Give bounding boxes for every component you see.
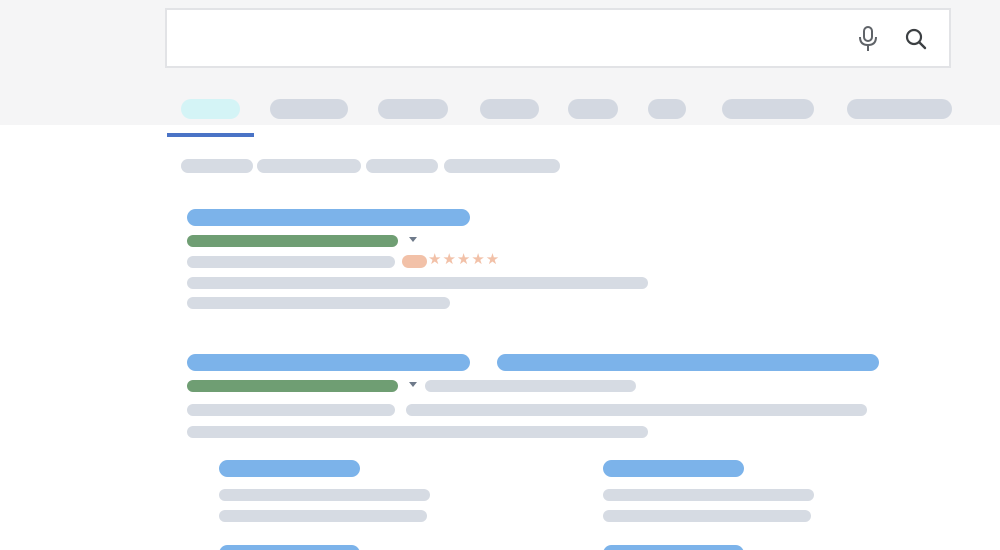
sitelink-title[interactable]: [603, 545, 744, 550]
search-box[interactable]: [165, 8, 951, 68]
filter-chip-1[interactable]: [181, 159, 253, 173]
result-title-link-continued[interactable]: [497, 354, 879, 371]
filter-chip-2[interactable]: [257, 159, 361, 173]
result-meta-line: [187, 256, 395, 268]
tab-3[interactable]: [378, 99, 448, 119]
tab-2[interactable]: [270, 99, 348, 119]
tab-8[interactable]: [847, 99, 952, 119]
tab-all[interactable]: [181, 99, 240, 119]
filter-chip-3[interactable]: [366, 159, 438, 173]
tab-6[interactable]: [648, 99, 686, 119]
result-snippet-line-1b: [406, 404, 867, 416]
microphone-icon[interactable]: [853, 24, 883, 54]
result-url: [187, 235, 398, 247]
search-icon[interactable]: [901, 24, 931, 54]
search-header: [0, 0, 1000, 125]
chevron-down-icon[interactable]: [409, 237, 417, 242]
result-title-link[interactable]: [187, 354, 470, 371]
result-snippet-line-1: [187, 277, 648, 289]
sitelink-desc-line-2: [603, 510, 811, 522]
active-tab-indicator: [167, 133, 254, 137]
result-snippet-line-2: [187, 426, 648, 438]
chevron-down-icon[interactable]: [409, 382, 417, 387]
search-results-page: ★★★★★: [0, 0, 1000, 550]
sitelink-title[interactable]: [219, 545, 360, 550]
search-input[interactable]: [181, 22, 835, 56]
result-url: [187, 380, 398, 392]
tab-4[interactable]: [480, 99, 539, 119]
sitelink-title[interactable]: [603, 460, 744, 477]
sitelink-desc-line-2: [219, 510, 427, 522]
rating-stars-icon: ★★★★★: [428, 250, 501, 268]
rating-badge: [402, 255, 427, 268]
result-snippet-line-2: [187, 297, 450, 309]
result-title-link[interactable]: [187, 209, 470, 226]
result-snippet-line-1a: [187, 404, 395, 416]
tab-5[interactable]: [568, 99, 618, 119]
sitelink-title[interactable]: [219, 460, 360, 477]
result-breadcrumb: [425, 380, 636, 392]
sitelink-desc-line-1: [219, 489, 430, 501]
sitelink-desc-line-1: [603, 489, 814, 501]
tab-7[interactable]: [722, 99, 814, 119]
filter-chip-4[interactable]: [444, 159, 560, 173]
